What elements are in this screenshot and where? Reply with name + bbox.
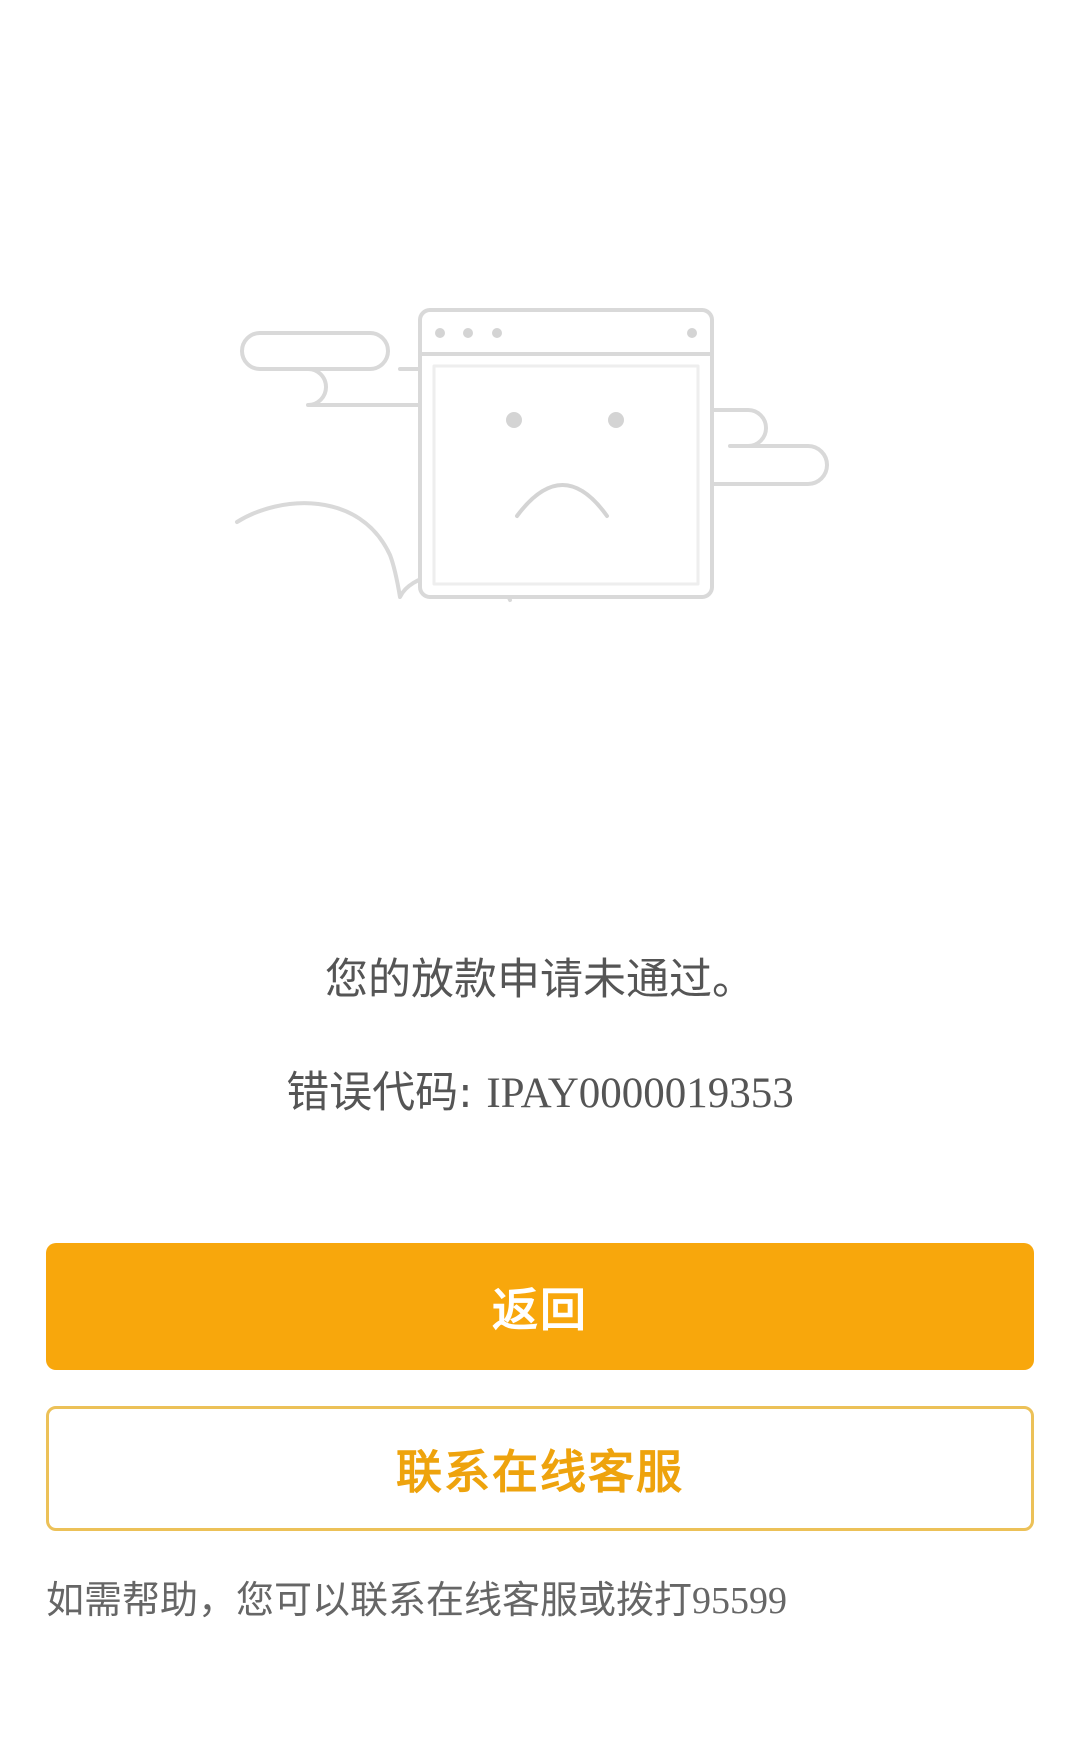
back-button[interactable]: 返回	[46, 1243, 1034, 1370]
contact-online-service-button[interactable]: 联系在线客服	[46, 1406, 1034, 1531]
help-text: 如需帮助，您可以联系在线客服或拨打95599	[46, 1572, 787, 1629]
help-phone-number[interactable]: 95599	[692, 1580, 787, 1622]
error-code-label: 错误代码:	[286, 1068, 473, 1118]
help-description: 如需帮助，您可以联系在线客服或拨打	[46, 1578, 693, 1622]
error-code-value: IPAY0000019353	[486, 1070, 794, 1117]
failure-message: 您的放款申请未通过。	[325, 955, 755, 1005]
sad-browser-window-icon	[235, 308, 829, 602]
cloud-icon	[710, 408, 829, 486]
error-code-line: 错误代码: IPAY0000019353	[0, 1063, 1080, 1124]
